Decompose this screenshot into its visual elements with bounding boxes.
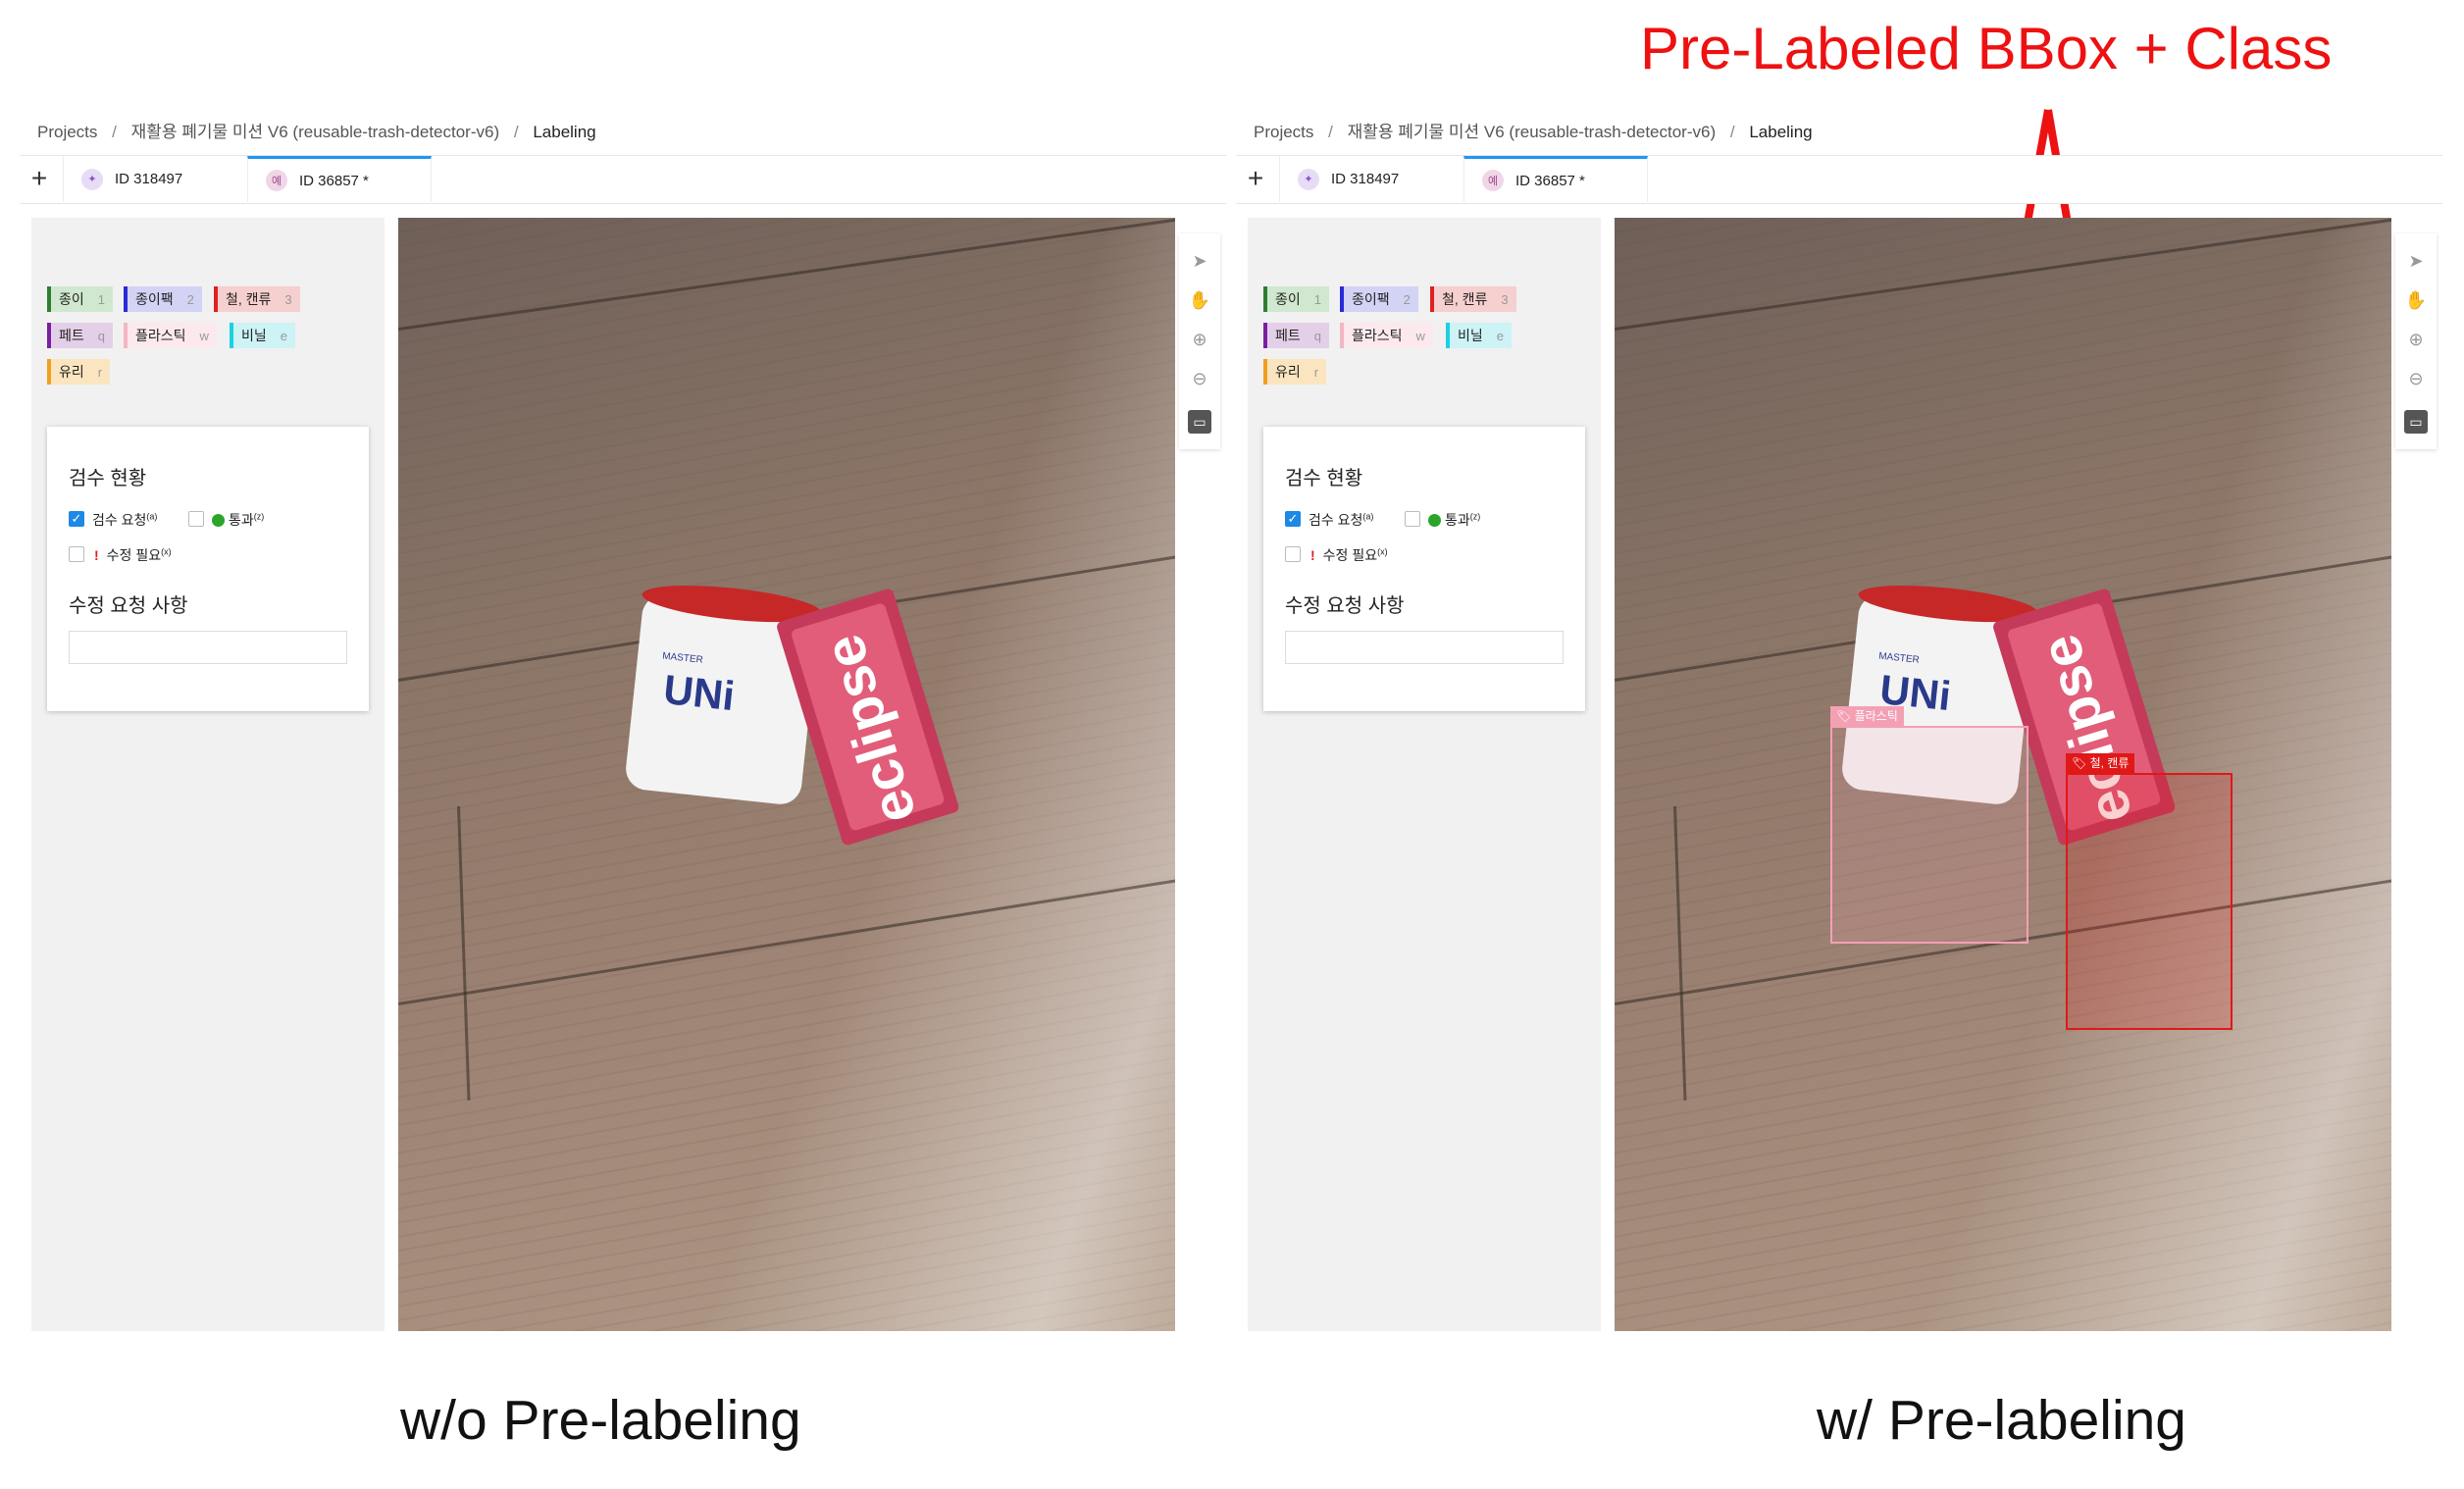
class-chip-plastic[interactable]: 플라스틱 w	[1340, 323, 1433, 348]
bbox-tool-icon[interactable]: ▭	[2404, 410, 2428, 434]
class-chip-pet[interactable]: 페트 q	[47, 323, 113, 348]
fix-request-input[interactable]	[1285, 631, 1564, 664]
labeling-canvas[interactable]: UNi MASTER eclipse	[398, 218, 1175, 1331]
sparkle-icon: ✦	[81, 168, 103, 190]
prelabel-tag-plastic: 🏷 플라스틱	[1830, 706, 1904, 726]
review-status-title: 검수 현황	[1285, 468, 1363, 489]
tab-id-36857[interactable]: 예 ID 36857 *	[247, 156, 432, 202]
review-request-label: 검수 요청(a)	[1309, 511, 1374, 528]
plastic-cup: UNi MASTER	[626, 585, 822, 804]
pass-label: 통과(z)	[1428, 510, 1480, 530]
class-chip-paper-pack[interactable]: 종이팩 2	[1340, 286, 1418, 312]
needs-fix-checkbox[interactable]	[69, 546, 84, 562]
prelabel-bbox-plastic[interactable]: 🏷 플라스틱	[1830, 706, 2028, 944]
exclamation-icon: !	[94, 547, 99, 563]
review-request-label: 검수 요청(a)	[92, 511, 158, 528]
review-status-card: 검수 현황 ✓ 검수 요청(a) 통과(z) ! 수정 필요(x) 수정 요청 사…	[47, 427, 369, 711]
pass-checkbox[interactable]	[1405, 511, 1420, 527]
add-tab-button[interactable]: +	[1236, 156, 1275, 203]
tab-label: ID 36857 *	[299, 172, 369, 189]
class-chip-glass[interactable]: 유리 r	[1263, 359, 1327, 385]
breadcrumb-current: Labeling	[1749, 123, 1813, 141]
hand-icon[interactable]: ✋	[2404, 288, 2428, 312]
breadcrumb-projects[interactable]: Projects	[37, 123, 97, 141]
class-chip-vinyl[interactable]: 비닐 e	[1446, 323, 1512, 348]
needs-fix-label: ! 수정 필요(x)	[1310, 546, 1388, 563]
bbox-tool-icon[interactable]: ▭	[1188, 410, 1211, 434]
canvas-toolbar: ➤ ✋ ⊕ ⊖ ▭	[1179, 233, 1220, 449]
breadcrumb: Projects / 재활용 폐기물 미션 V6 (reusable-trash…	[1254, 123, 1813, 141]
exclamation-icon: !	[1310, 547, 1315, 563]
review-status-card: 검수 현황 ✓ 검수 요청(a) 통과(z) ! 수정 필요(x) 수정 요청 사…	[1263, 427, 1585, 711]
class-chip-glass[interactable]: 유리 r	[47, 359, 111, 385]
tab-bar: + ✦ ID 318497 예 ID 36857 *	[20, 155, 1226, 204]
photo-objects: UNi MASTER eclipse	[626, 585, 959, 846]
sparkle-icon: ✦	[1298, 168, 1319, 190]
tab-label: ID 36857 *	[1515, 172, 1585, 189]
labeling-canvas[interactable]: UNi MASTER eclipse 🏷 플라스틱 🏷 철, 캔류	[1615, 218, 2391, 1331]
zoom-in-icon[interactable]: ⊕	[2404, 328, 2428, 351]
zoom-in-icon[interactable]: ⊕	[1188, 328, 1211, 351]
green-dot-icon	[1428, 514, 1441, 527]
class-chip-can[interactable]: 철, 캔류 3	[214, 286, 300, 312]
cup-logo: UNi	[661, 666, 737, 719]
fix-request-title: 수정 요청 사항	[69, 595, 188, 617]
fix-request-title: 수정 요청 사항	[1285, 595, 1405, 617]
class-chip-paper[interactable]: 종이 1	[47, 286, 113, 312]
tab-id-318497[interactable]: ✦ ID 318497	[1279, 156, 1463, 202]
side-panel: 종이 1 종이팩 2 철, 캔류 3 페트 q 플라스틱 w 비닐 e 유리 r 검수 현황 …	[31, 218, 385, 1331]
zoom-out-icon[interactable]: ⊖	[1188, 367, 1211, 390]
green-dot-icon	[212, 514, 225, 527]
class-chip-vinyl[interactable]: 비닐 e	[230, 323, 295, 348]
prelabel-bbox-can[interactable]: 🏷 철, 캔류	[2066, 753, 2233, 1030]
prelabel-tag-can: 🏷 철, 캔류	[2066, 753, 2135, 773]
canvas-toolbar: ➤ ✋ ⊕ ⊖ ▭	[2395, 233, 2437, 449]
needs-fix-checkbox[interactable]	[1285, 546, 1301, 562]
breadcrumb-projects[interactable]: Projects	[1254, 123, 1313, 141]
class-chip-can[interactable]: 철, 캔류 3	[1430, 286, 1516, 312]
needs-fix-label: ! 수정 필요(x)	[94, 546, 172, 563]
class-chip-pet[interactable]: 페트 q	[1263, 323, 1329, 348]
tab-label: ID 318497	[1331, 171, 1400, 187]
panel-without-prelabeling: Projects / 재활용 폐기물 미션 V6 (reusable-trash…	[20, 0, 1236, 1489]
pointer-icon[interactable]: ➤	[2404, 249, 2428, 273]
avatar-icon: 예	[1482, 170, 1504, 191]
tab-id-318497[interactable]: ✦ ID 318497	[63, 156, 246, 202]
tab-label: ID 318497	[115, 171, 183, 187]
class-chip-paper-pack[interactable]: 종이팩 2	[124, 286, 202, 312]
breadcrumb-project[interactable]: 재활용 폐기물 미션 V6 (reusable-trash-detector-v…	[131, 123, 500, 141]
caption-right: w/ Pre-labeling	[1817, 1389, 2187, 1452]
review-request-checkbox[interactable]: ✓	[1285, 511, 1301, 527]
class-chip-paper[interactable]: 종이 1	[1263, 286, 1329, 312]
add-tab-button[interactable]: +	[20, 156, 59, 203]
class-chip-plastic[interactable]: 플라스틱 w	[124, 323, 217, 348]
breadcrumb: Projects / 재활용 폐기물 미션 V6 (reusable-trash…	[37, 123, 596, 141]
caption-left: w/o Pre-labeling	[400, 1389, 801, 1452]
hand-icon[interactable]: ✋	[1188, 288, 1211, 312]
tab-id-36857[interactable]: 예 ID 36857 *	[1463, 156, 1648, 202]
fix-request-input[interactable]	[69, 631, 347, 664]
tab-bar: + ✦ ID 318497 예 ID 36857 *	[1236, 155, 2442, 204]
pointer-icon[interactable]: ➤	[1188, 249, 1211, 273]
zoom-out-icon[interactable]: ⊖	[2404, 367, 2428, 390]
panel-with-prelabeling: Projects / 재활용 폐기물 미션 V6 (reusable-trash…	[1236, 0, 2452, 1489]
side-panel: 종이 1 종이팩 2 철, 캔류 3 페트 q 플라스틱 w 비닐 e 유리 r 검수 현황 …	[1248, 218, 1601, 1331]
review-request-checkbox[interactable]: ✓	[69, 511, 84, 527]
avatar-icon: 예	[266, 170, 287, 191]
pass-checkbox[interactable]	[188, 511, 204, 527]
pass-label: 통과(z)	[212, 510, 264, 530]
breadcrumb-current: Labeling	[533, 123, 596, 141]
review-status-title: 검수 현황	[69, 468, 147, 489]
breadcrumb-project[interactable]: 재활용 폐기물 미션 V6 (reusable-trash-detector-v…	[1348, 123, 1717, 141]
